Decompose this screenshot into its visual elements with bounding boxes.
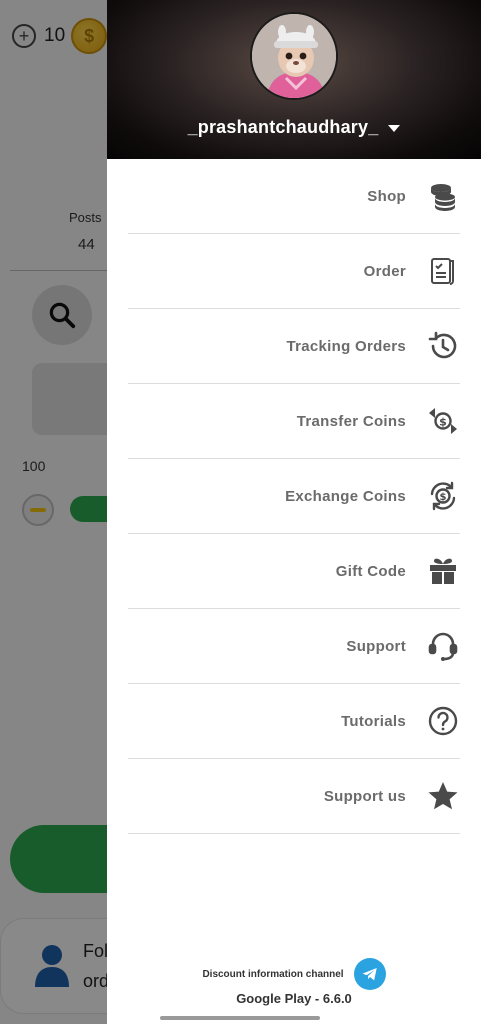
star-icon: [426, 779, 460, 813]
svg-text:$: $: [440, 492, 447, 503]
telegram-icon[interactable]: [353, 958, 386, 990]
headset-icon: [426, 629, 460, 663]
menu-item-support-us[interactable]: Support us: [128, 759, 460, 834]
svg-text:$: $: [439, 416, 447, 429]
question-icon: [426, 704, 460, 738]
menu-item-support[interactable]: Support: [128, 609, 460, 684]
menu-item-label: Tracking Orders: [286, 337, 406, 355]
app-version: Google Play - 6.6.0: [236, 991, 352, 1006]
menu-item-shop[interactable]: Shop: [128, 159, 460, 234]
navigation-drawer: _prashantchaudhary_ Shop Order Tracking …: [107, 0, 481, 1024]
menu-item-label: Support us: [323, 787, 406, 805]
exchange-coins-icon: $: [426, 479, 460, 513]
discount-channel[interactable]: Discount information channel: [107, 958, 481, 990]
menu-item-order[interactable]: Order: [128, 234, 460, 309]
home-indicator[interactable]: [160, 1016, 320, 1020]
menu-item-label: Exchange Coins: [285, 487, 406, 505]
dropdown-caret-icon: [388, 125, 401, 132]
menu-item-label: Shop: [367, 187, 406, 205]
menu-item-label: Support: [346, 637, 406, 655]
coins-stack-icon: [426, 179, 460, 213]
menu-item-exchange-coins[interactable]: Exchange Coins $: [128, 459, 460, 534]
drawer-menu: Shop Order Tracking Orders Transfer Coin…: [128, 159, 460, 834]
username: _prashantchaudhary_: [187, 117, 379, 137]
account-switcher[interactable]: _prashantchaudhary_: [107, 117, 481, 138]
drawer-header: _prashantchaudhary_: [107, 0, 481, 159]
transfer-coins-icon: $: [426, 404, 460, 438]
channel-text: Discount information channel: [202, 968, 344, 980]
menu-item-label: Transfer Coins: [296, 412, 406, 430]
order-receipt-icon: [426, 254, 460, 288]
gift-icon: [426, 554, 460, 588]
menu-item-label: Gift Code: [335, 562, 406, 580]
menu-item-label: Order: [363, 262, 406, 280]
menu-item-transfer-coins[interactable]: Transfer Coins $: [128, 384, 460, 459]
menu-item-tracking-orders[interactable]: Tracking Orders: [128, 309, 460, 384]
bunny-avatar-icon: [252, 14, 336, 98]
history-icon: [426, 329, 460, 363]
menu-item-label: Tutorials: [341, 712, 406, 730]
menu-item-gift-code[interactable]: Gift Code: [128, 534, 460, 609]
menu-item-tutorials[interactable]: Tutorials: [128, 684, 460, 759]
avatar[interactable]: [250, 12, 338, 100]
